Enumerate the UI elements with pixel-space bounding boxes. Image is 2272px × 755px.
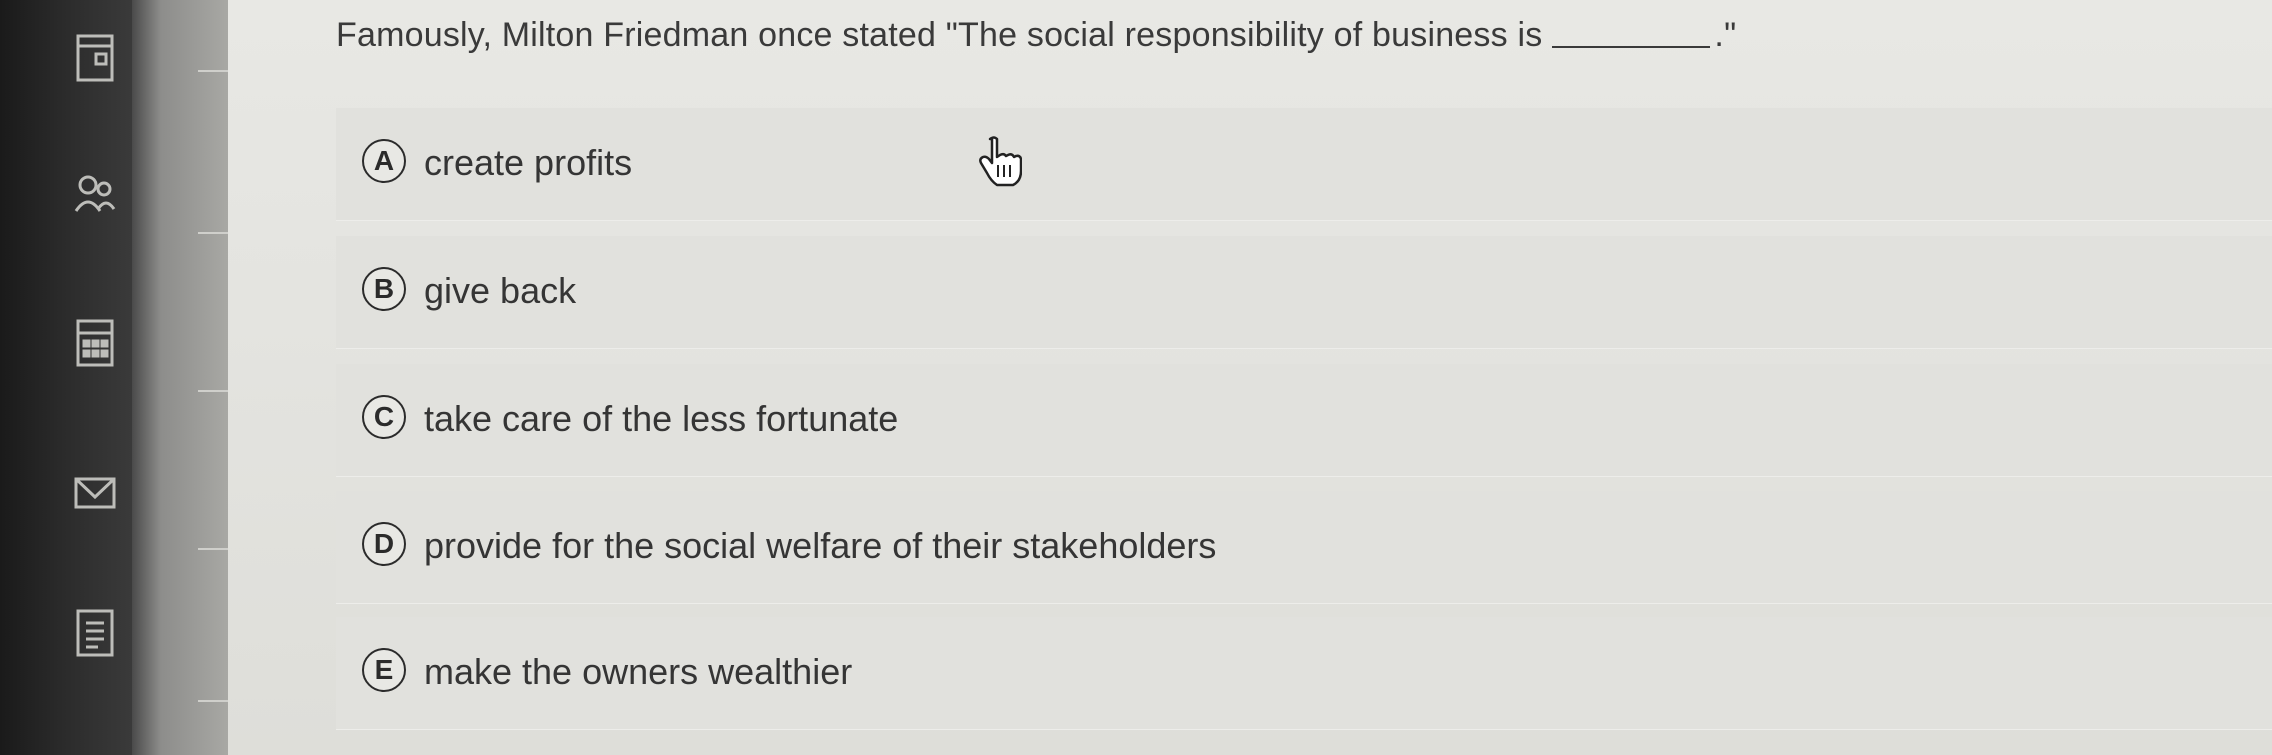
divider — [198, 70, 228, 72]
option-letter: E — [362, 648, 406, 692]
option-letter: D — [362, 522, 406, 566]
answer-option-d[interactable]: D provide for the social welfare of thei… — [336, 491, 2272, 603]
option-text: give back — [424, 270, 577, 311]
option-letter: A — [362, 139, 406, 183]
divider — [198, 232, 228, 234]
question-panel: Famously, Milton Friedman once stated "T… — [228, 0, 2272, 755]
notes-icon[interactable] — [70, 605, 120, 661]
hand-pointer-icon — [976, 135, 1023, 187]
answer-option-e[interactable]: E make the owners wealthier — [336, 617, 2272, 729]
option-text: provide for the social welfare of their … — [424, 525, 1217, 566]
option-letter: B — [362, 267, 406, 311]
people-icon[interactable] — [70, 165, 120, 221]
mail-icon[interactable] — [70, 465, 120, 521]
option-text: make the owners wealthier — [424, 651, 853, 692]
option-letter: C — [362, 395, 406, 439]
sidebar-edge — [132, 0, 228, 755]
question-text: Famously, Milton Friedman once stated "T… — [336, 16, 1736, 55]
divider — [198, 390, 228, 392]
answer-option-b[interactable]: B give back — [336, 236, 2272, 348]
question-stem: Famously, Milton Friedman once stated "T… — [336, 16, 1543, 54]
option-text: create profits — [424, 142, 633, 183]
answer-option-a[interactable]: A create profits — [336, 108, 2272, 220]
divider — [198, 548, 228, 550]
calculator-icon[interactable] — [70, 315, 120, 371]
answer-option-c[interactable]: C take care of the less fortunate — [336, 364, 2272, 476]
question-end: ." — [1714, 16, 1737, 54]
answer-blank — [1552, 46, 1711, 48]
option-text: take care of the less fortunate — [424, 398, 899, 439]
document-icon[interactable] — [70, 30, 120, 86]
divider — [198, 700, 228, 702]
